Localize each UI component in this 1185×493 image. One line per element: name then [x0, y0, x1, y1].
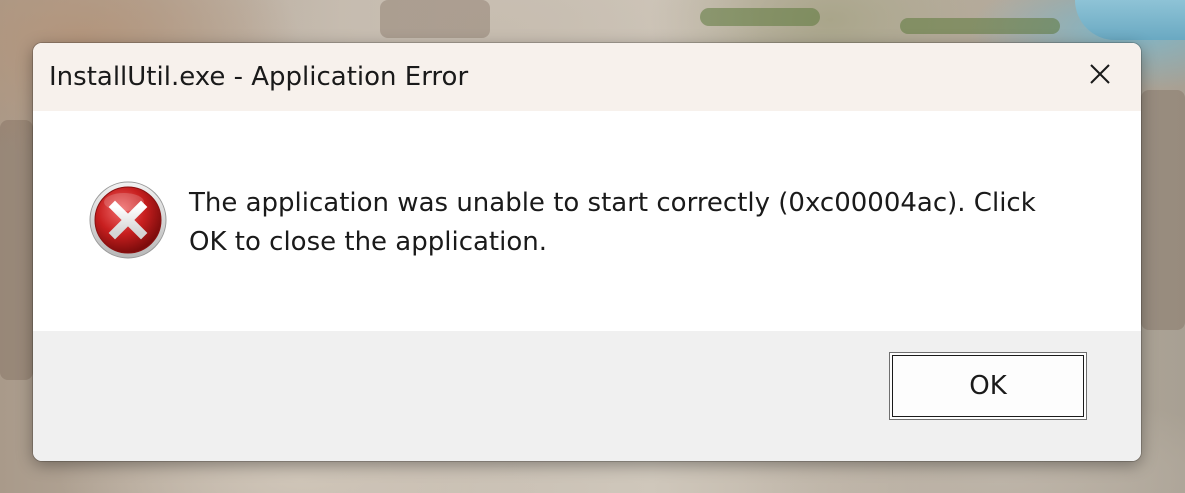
wallpaper-grass	[700, 8, 820, 26]
error-icon	[89, 181, 167, 259]
wallpaper-grass	[900, 18, 1060, 34]
dialog-titlebar[interactable]: InstallUtil.exe - Application Error	[33, 43, 1141, 111]
dialog-title: InstallUtil.exe - Application Error	[49, 62, 469, 92]
ok-button[interactable]: OK	[889, 352, 1087, 420]
close-button[interactable]	[1057, 43, 1141, 111]
wallpaper-rock	[0, 120, 33, 380]
wallpaper-sea	[1075, 0, 1185, 40]
wallpaper-rock	[1141, 90, 1185, 330]
dialog-content: The application was unable to start corr…	[33, 111, 1141, 331]
wallpaper-rock	[380, 0, 490, 38]
error-message: The application was unable to start corr…	[189, 188, 1036, 257]
close-icon	[1090, 64, 1110, 84]
dialog-footer: OK	[33, 331, 1141, 461]
application-error-dialog: InstallUtil.exe - Application Error The …	[33, 43, 1141, 461]
